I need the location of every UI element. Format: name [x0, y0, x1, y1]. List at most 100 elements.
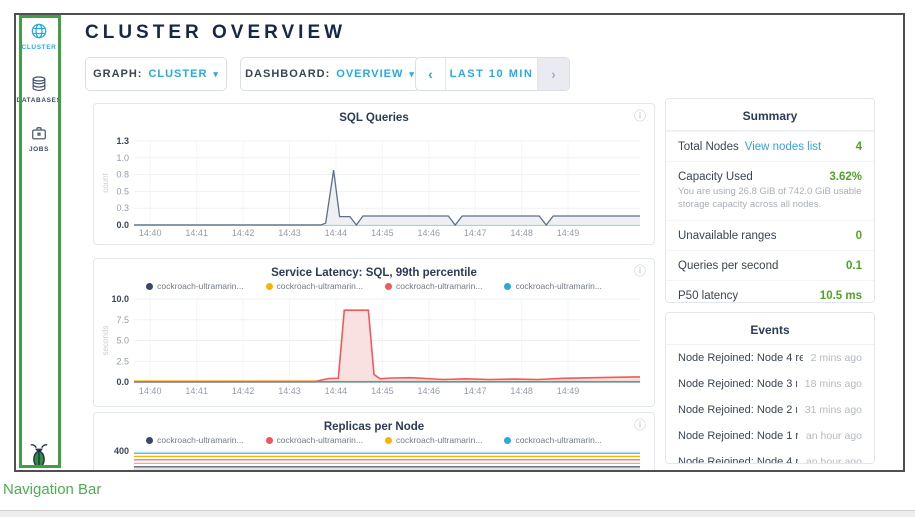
cockroachdb-logo[interactable] [16, 443, 62, 472]
sql-queries-chart-card: SQL Queries ⓘ 1.31.00.80.50.30.014:4014:… [93, 103, 655, 245]
x-tick-label: 14:41 [185, 228, 208, 238]
legend-label: cockroach-ultramarin... [157, 435, 243, 445]
page: CLUSTER DATABASES [0, 0, 915, 517]
graph-dropdown-label: GRAPH: [93, 68, 142, 80]
summary-row-p50-latency: P50 latency 10.5 ms [666, 280, 874, 303]
sidebar-item-label: DATABASES [16, 97, 62, 104]
legend-dot-icon [266, 283, 273, 290]
sidebar-item-label: CLUSTER [16, 44, 62, 51]
y-tick-label: 0.0 [116, 220, 129, 230]
legend-dot-icon [504, 437, 511, 444]
x-tick-label: 14:48 [510, 228, 533, 238]
service-latency-chart-card: Service Latency: SQL, 99th percentile ⓘ … [93, 258, 655, 407]
legend-item[interactable]: cockroach-ultramarin... [504, 435, 601, 445]
y-tick-label: 0.8 [116, 170, 129, 180]
summary-title: Summary [666, 99, 874, 131]
y-tick-label: 1.0 [116, 153, 129, 163]
summary-label: Unavailable ranges [678, 230, 776, 242]
time-range-label[interactable]: LAST 10 MIN [446, 58, 537, 90]
service-latency-plot: 10.07.55.02.50.014:4014:4114:4214:4314:4… [100, 295, 648, 398]
graph-dropdown-value: CLUSTER [148, 68, 207, 80]
view-nodes-list-link[interactable]: View nodes list [745, 141, 822, 153]
y-tick-label: 0.5 [116, 186, 129, 196]
legend-item[interactable]: cockroach-ultramarin... [385, 281, 482, 291]
sidebar-item-label: JOBS [16, 146, 62, 153]
sidebar-item-jobs[interactable]: JOBS [16, 123, 62, 153]
sql-queries-plot: 1.31.00.80.50.30.014:4014:4114:4214:4314… [100, 132, 648, 240]
summary-row-queries-per-second: Queries per second 0.1 [666, 250, 874, 280]
chart-legend: cockroach-ultramarin... cockroach-ultrama… [94, 435, 654, 445]
legend-item[interactable]: cockroach-ultramarin... [266, 435, 363, 445]
x-tick-label: 14:49 [557, 386, 580, 396]
cockroach-bug-icon [28, 443, 50, 469]
legend-item[interactable]: cockroach-ultramarin... [504, 281, 601, 291]
annotation-label: Navigation Bar [3, 481, 101, 498]
bottom-bar [0, 510, 915, 517]
info-icon[interactable]: ⓘ [634, 419, 646, 431]
replicas-per-node-chart-card: Replicas per Node ⓘ cockroach-ultramarin… [93, 412, 655, 472]
legend-dot-icon [504, 283, 511, 290]
legend-item[interactable]: cockroach-ultramarin... [385, 435, 482, 445]
event-row[interactable]: Node Rejoined: Node 1 rej... an hour ago [666, 423, 874, 449]
series-line-node-3 [134, 310, 640, 382]
legend-label: cockroach-ultramarin... [515, 281, 601, 291]
time-next-button[interactable]: › [537, 58, 569, 90]
event-row[interactable]: Node Rejoined: Node 2 rej... 31 mins ago [666, 397, 874, 423]
x-tick-label: 14:43 [278, 228, 301, 238]
event-row[interactable]: Node Rejoined: Node 4 rej... 2 mins ago [666, 345, 874, 371]
briefcase-icon [29, 123, 49, 143]
legend-label: cockroach-ultramarin... [396, 281, 482, 291]
summary-value: 0.1 [846, 260, 862, 272]
y-tick-label: 7.5 [116, 315, 129, 325]
event-label: Node Rejoined: Node 2 rej... [678, 404, 797, 416]
summary-label: Capacity Used [678, 171, 753, 183]
series-fill-node-3 [134, 310, 640, 382]
x-tick-label: 14:40 [139, 386, 162, 396]
info-icon[interactable]: ⓘ [634, 110, 646, 122]
sidebar-item-cluster[interactable]: CLUSTER [16, 21, 62, 51]
legend-item[interactable]: cockroach-ultramarin... [266, 281, 363, 291]
summary-row-total-nodes: Total Nodes View nodes list 4 [666, 131, 874, 161]
summary-label: P50 latency [678, 290, 738, 302]
legend-item[interactable]: cockroach-ultramarin... [146, 435, 243, 445]
series-fill-node-1 [134, 467, 640, 472]
x-tick-label: 14:46 [418, 228, 441, 238]
events-panel: Events Node Rejoined: Node 4 rej... 2 mi… [665, 312, 875, 464]
summary-row-capacity-used: Capacity Used 3.62% You are using 26.8 G… [666, 161, 874, 220]
legend-label: cockroach-ultramarin... [277, 281, 363, 291]
chevron-down-icon: ▾ [213, 69, 219, 80]
summary-panel: Summary Total Nodes View nodes list 4 Ca… [665, 98, 875, 303]
x-tick-label: 14:45 [371, 228, 394, 238]
info-icon[interactable]: ⓘ [634, 265, 646, 277]
event-label: Node Rejoined: Node 4 rej... [678, 352, 803, 364]
legend-label: cockroach-ultramarin... [515, 435, 601, 445]
chart-legend: cockroach-ultramarin... cockroach-ultrama… [94, 281, 654, 291]
y-tick-label: 0.3 [116, 203, 129, 213]
sidebar-item-databases[interactable]: DATABASES [16, 74, 62, 104]
legend-dot-icon [385, 283, 392, 290]
summary-value: 4 [856, 141, 862, 153]
chart-title: Replicas per Node [94, 413, 654, 433]
x-tick-label: 14:43 [278, 386, 301, 396]
time-prev-button[interactable]: ‹ [416, 58, 446, 90]
legend-dot-icon [266, 437, 273, 444]
event-time: 18 mins ago [797, 378, 862, 390]
x-tick-label: 14:45 [371, 386, 394, 396]
page-title: CLUSTER OVERVIEW [85, 22, 346, 44]
x-tick-label: 14:42 [232, 386, 255, 396]
y-axis-label: seconds [101, 326, 110, 356]
y-tick-label: 400 [114, 446, 129, 456]
legend-item[interactable]: cockroach-ultramarin... [146, 281, 243, 291]
navigation-bar: CLUSTER DATABASES [16, 15, 62, 470]
globe-icon [29, 21, 49, 41]
event-row[interactable]: Node Rejoined: Node 4 rej... an hour ago [666, 449, 874, 464]
legend-label: cockroach-ultramarin... [396, 435, 482, 445]
event-label: Node Rejoined: Node 4 rej... [678, 456, 798, 464]
dashboard-dropdown[interactable]: DASHBOARD: OVERVIEW ▾ [240, 57, 420, 91]
legend-dot-icon [146, 283, 153, 290]
y-tick-label: 0.0 [116, 377, 129, 387]
graph-dropdown[interactable]: GRAPH: CLUSTER ▾ [85, 57, 227, 91]
event-row[interactable]: Node Rejoined: Node 3 rej... 18 mins ago [666, 371, 874, 397]
y-tick-label: 10.0 [111, 295, 129, 304]
summary-label: Total Nodes [678, 141, 739, 153]
